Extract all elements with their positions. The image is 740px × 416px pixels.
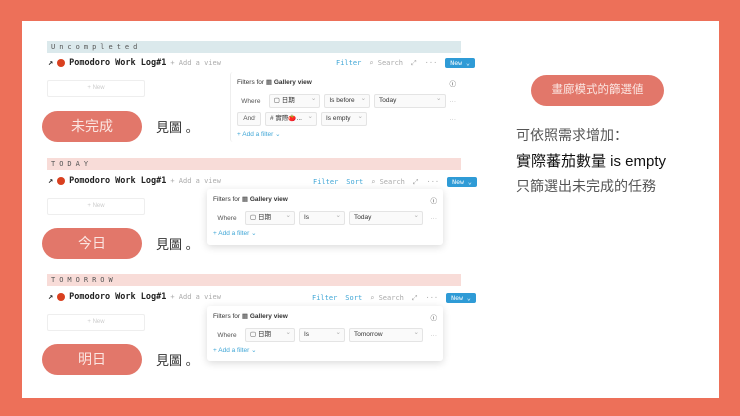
filter-row: And # 實際🍅... Is empty ··· xyxy=(237,111,457,126)
tomato-icon xyxy=(57,293,66,301)
database-title[interactable]: ↗ Pomodoro Work Log#1 + Add a view xyxy=(48,58,221,68)
expand-icon[interactable]: ⤢ xyxy=(412,294,418,303)
open-arrow-icon[interactable]: ↗ xyxy=(48,292,53,302)
toolbar: Filter ⌕ Search ⤢ ··· New ⌄ xyxy=(336,58,475,68)
new-card-button[interactable]: + New xyxy=(47,198,145,215)
more-icon[interactable]: ··· xyxy=(450,116,457,123)
toolbar: Filter Sort ⌕ Search ⤢ ··· New ⌄ xyxy=(313,177,477,187)
more-icon[interactable]: ··· xyxy=(450,98,457,105)
see-image-text: 見圖 。 xyxy=(156,353,199,368)
add-filter-button[interactable]: + Add a filter ⌄ xyxy=(237,130,456,138)
sort-button[interactable]: Sort xyxy=(345,294,362,302)
open-arrow-icon[interactable]: ↗ xyxy=(48,176,53,186)
conjunction-select[interactable]: And xyxy=(237,111,261,126)
property-select[interactable]: # 實際🍅... xyxy=(265,111,317,126)
more-icon[interactable]: ··· xyxy=(431,215,438,222)
filter-header: Filters for ▦ Gallery view xyxy=(213,313,288,320)
expand-icon[interactable]: ⤢ xyxy=(413,178,419,187)
add-view-button[interactable]: + Add a view xyxy=(170,59,221,67)
operator-select[interactable]: Is xyxy=(299,327,345,342)
toolbar: Filter Sort ⌕ Search ⤢ ··· New ⌄ xyxy=(312,293,476,303)
database-title[interactable]: ↗ Pomodoro Work Log#1 + Add a view xyxy=(48,292,221,302)
search-button[interactable]: ⌕ Search xyxy=(369,59,403,67)
filter-panel: Filters for ▦ Gallery viewⓘ Where▢ 日期Is … xyxy=(230,72,462,142)
filter-row: Where▢ 日期IsToday··· xyxy=(213,210,438,225)
new-button[interactable]: New ⌄ xyxy=(446,293,476,303)
more-icon[interactable]: ··· xyxy=(427,178,440,186)
gallery-filter-pill: 畫廊模式的篩選値 xyxy=(531,75,664,106)
help-icon[interactable]: ⓘ xyxy=(450,78,457,88)
database-title[interactable]: ↗ Pomodoro Work Log#1 + Add a view xyxy=(48,176,221,186)
add-filter-button[interactable]: + Add a filter ⌄ xyxy=(213,229,437,237)
filter-button[interactable]: Filter xyxy=(336,59,361,67)
tomato-icon xyxy=(57,59,66,67)
label-pill: 未完成 xyxy=(42,111,142,142)
property-select[interactable]: ▢ 日期 xyxy=(245,327,295,342)
value-select[interactable]: Today xyxy=(349,210,423,225)
add-view-button[interactable]: + Add a view xyxy=(170,293,221,301)
operator-select[interactable]: Is xyxy=(299,210,345,225)
search-button[interactable]: ⌕ Search xyxy=(371,178,405,186)
section-band: TOMORROW xyxy=(47,274,461,286)
sort-button[interactable]: Sort xyxy=(346,178,363,186)
property-select[interactable]: ▢ 日期 xyxy=(245,210,295,225)
property-select[interactable]: ▢ 日期 xyxy=(268,93,321,108)
tomato-icon xyxy=(57,177,66,185)
operator-select[interactable]: Is before xyxy=(324,93,371,108)
label-pill: 今日 xyxy=(42,228,142,259)
new-button[interactable]: New ⌄ xyxy=(445,58,475,68)
help-icon[interactable]: ⓘ xyxy=(431,195,438,205)
filter-panel: Filters for ▦ Gallery viewⓘ Where▢ 日期IsT… xyxy=(207,189,443,245)
note-line-1: 可依照需求增加： xyxy=(516,127,628,143)
section-tomorrow: TOMORROW ↗ Pomodoro Work Log#1 + Add a vie… xyxy=(0,274,740,390)
db-name: Pomodoro Work Log#1 xyxy=(69,58,167,68)
see-image-text: 見圖 。 xyxy=(156,237,199,252)
see-image-text: 見圖 。 xyxy=(156,120,199,135)
new-card-button[interactable]: + New xyxy=(47,314,145,331)
note-line-2: 實際蕃茄數量 is empty xyxy=(516,153,667,170)
add-filter-button[interactable]: + Add a filter ⌄ xyxy=(213,346,437,354)
more-icon[interactable]: ··· xyxy=(426,294,439,302)
expand-icon[interactable]: ⤢ xyxy=(411,59,417,68)
help-icon[interactable]: ⓘ xyxy=(431,312,438,322)
section-band: Uncompleted xyxy=(47,41,461,53)
more-icon[interactable]: ··· xyxy=(425,59,438,67)
filter-header: Filters for ▦ Gallery view xyxy=(237,79,312,86)
more-icon[interactable]: ··· xyxy=(431,332,438,339)
filter-row: Where▢ 日期Is beforeToday··· xyxy=(237,93,457,108)
filter-row: Where▢ 日期IsTomorrow··· xyxy=(213,327,438,342)
new-card-button[interactable]: + New xyxy=(47,80,145,97)
section-band: TODAY xyxy=(47,158,461,170)
note-line-3: 只篩選出未完成的任務 xyxy=(516,178,656,194)
filter-button[interactable]: Filter xyxy=(313,178,338,186)
value-select[interactable]: Tomorrow xyxy=(349,327,423,342)
add-view-button[interactable]: + Add a view xyxy=(170,177,221,185)
operator-select[interactable]: Is empty xyxy=(321,111,367,126)
filter-panel: Filters for ▦ Gallery viewⓘ Where▢ 日期IsT… xyxy=(207,306,443,361)
label-pill: 明日 xyxy=(42,344,142,375)
open-arrow-icon[interactable]: ↗ xyxy=(48,58,53,68)
value-select[interactable]: Today xyxy=(374,93,446,108)
filter-header: Filters for ▦ Gallery view xyxy=(213,196,288,203)
search-button[interactable]: ⌕ Search xyxy=(370,294,404,302)
filter-button[interactable]: Filter xyxy=(312,294,337,302)
new-button[interactable]: New ⌄ xyxy=(447,177,477,187)
